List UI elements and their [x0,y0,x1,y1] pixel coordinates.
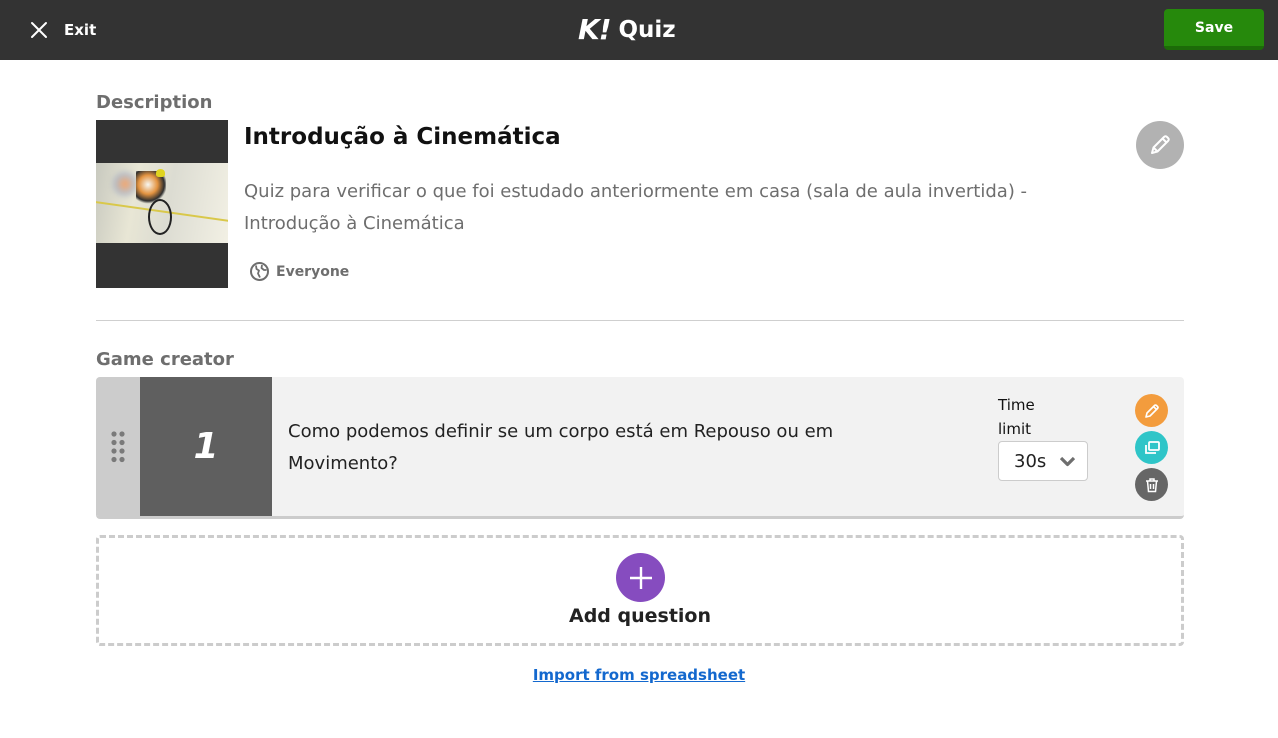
import-container: Import from spreadsheet [0,665,1278,684]
time-limit-label-text: Time limit [998,396,1035,438]
drag-dots-icon [111,430,125,462]
description-section-label: Description [96,92,213,113]
plus-icon [629,566,652,589]
visibility-label: Everyone [276,263,350,280]
exit-button[interactable]: Exit [30,18,96,42]
quiz-description: Quiz para verificar o que foi estudado a… [244,181,1028,234]
visibility-indicator: Everyone [249,261,349,282]
pencil-icon [1151,135,1170,154]
globe-icon [250,262,269,281]
drag-handle[interactable] [96,377,140,516]
edit-description-button[interactable] [1136,121,1184,169]
top-bar: Exit K! Quiz Save [0,0,1278,60]
save-button[interactable]: Save [1164,9,1264,50]
trash-icon [1145,477,1158,492]
delete-question-button[interactable] [1135,468,1168,501]
exit-label: Exit [64,21,97,39]
question-text[interactable]: Como podemos definir se um corpo está em… [288,416,948,480]
cover-photo [96,163,228,243]
quiz-title: Introdução à Cinemática [244,124,561,150]
time-limit-label: Time limit [998,393,1058,441]
game-creator-section-label: Game creator [96,349,234,370]
question-card[interactable]: 1 Como podemos definir se um corpo está … [96,377,1184,519]
add-question-label: Add question [568,605,712,627]
close-icon [31,22,47,38]
duplicate-question-button[interactable] [1135,431,1168,464]
add-question-button[interactable]: Add question [96,535,1184,646]
duplicate-icon [1144,440,1160,454]
import-from-spreadsheet-link[interactable]: Import from spreadsheet [533,666,745,684]
cover-image[interactable] [96,120,228,288]
chevron-down-icon [1060,456,1075,467]
add-question-plus[interactable] [616,553,665,602]
app-title: Quiz [618,16,676,43]
question-number: 1 [140,377,272,516]
section-divider [96,320,1184,321]
pencil-icon [1144,403,1159,418]
brand: K! Quiz [578,13,676,46]
question-number-label: 1 [193,426,219,467]
time-limit-value: 30s [1014,450,1047,472]
edit-question-button[interactable] [1135,394,1168,427]
kahoot-logo: K! [578,13,611,46]
time-limit-select[interactable]: 30s [998,441,1088,481]
